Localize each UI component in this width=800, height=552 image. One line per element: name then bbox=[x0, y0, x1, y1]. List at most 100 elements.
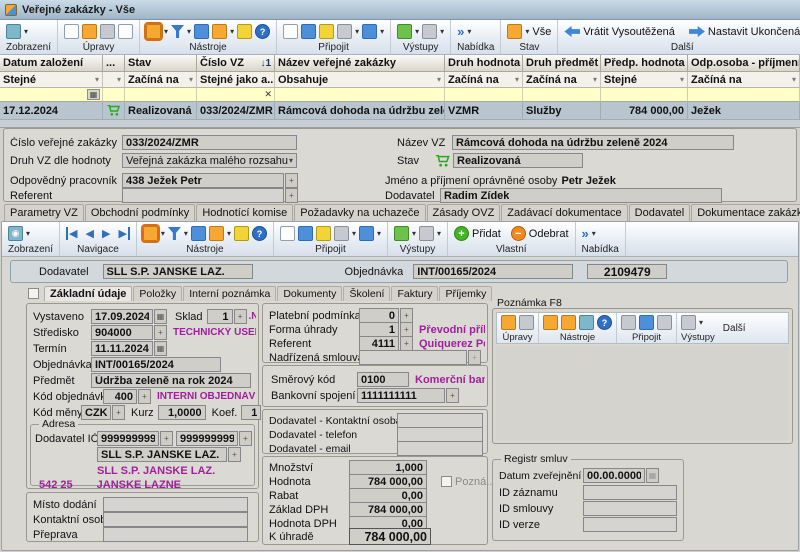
platebni-podminka-field[interactable]: 0 bbox=[359, 308, 399, 323]
pen-icon[interactable] bbox=[301, 24, 316, 39]
lookup-button[interactable]: + bbox=[138, 389, 151, 404]
kurz-field[interactable]: 1,0000 bbox=[158, 405, 206, 420]
filter-icon[interactable] bbox=[168, 227, 181, 240]
order-objednavka-field[interactable]: INT/00165/2024 bbox=[413, 264, 573, 279]
grid-data-row[interactable]: 17.12.2024 Realizovaná 033/2024/ZMR Rámc… bbox=[0, 102, 800, 120]
lookup-button[interactable]: + bbox=[154, 325, 167, 340]
dropdown-icon[interactable]: ▾ bbox=[352, 229, 356, 238]
dropdown-icon[interactable]: ▾ bbox=[377, 229, 381, 238]
sklad-field[interactable]: 1 bbox=[207, 309, 233, 324]
vystaveno-field[interactable]: 17.09.2024 bbox=[91, 309, 153, 324]
cell-stav[interactable]: Realizovaná bbox=[125, 102, 197, 120]
subtab-skoleni[interactable]: Školení bbox=[343, 286, 390, 301]
prev-record-icon[interactable]: ◀ bbox=[85, 227, 95, 240]
date-picker-button[interactable]: ▦ bbox=[646, 468, 659, 483]
filter-input[interactable] bbox=[688, 88, 800, 102]
view-settings-icon[interactable] bbox=[143, 226, 158, 241]
dropdown-icon[interactable]: ▾ bbox=[699, 318, 703, 327]
dod-email-field[interactable] bbox=[397, 441, 483, 456]
pridat-button[interactable]: + Přidat bbox=[454, 226, 501, 241]
id-verze-field[interactable] bbox=[583, 517, 677, 532]
filter-op[interactable]: ▾ bbox=[103, 72, 125, 88]
stredisko-field[interactable]: 904000 bbox=[91, 325, 153, 340]
cell-druh-predmet[interactable]: Služby bbox=[523, 102, 601, 120]
lookup-button[interactable]: + bbox=[446, 388, 459, 403]
dropdown-icon[interactable]: ▾ bbox=[467, 27, 471, 36]
view-icon[interactable] bbox=[6, 24, 21, 39]
print-icon[interactable] bbox=[419, 226, 434, 241]
stav-field[interactable]: Realizovaná bbox=[453, 153, 583, 168]
dropdown-icon[interactable]: ▾ bbox=[415, 27, 419, 36]
eye-icon[interactable]: ◉ bbox=[8, 226, 23, 241]
planner-icon[interactable] bbox=[561, 315, 576, 330]
cislo-vz-field[interactable]: 033/2024/ZMR bbox=[122, 135, 297, 150]
dropdown-icon[interactable]: ▾ bbox=[525, 27, 529, 36]
dropdown-icon[interactable]: ▾ bbox=[164, 27, 168, 36]
date-picker-button[interactable]: ▦ bbox=[154, 341, 167, 356]
attach-note-icon[interactable] bbox=[280, 226, 295, 241]
lookup-button[interactable]: + bbox=[400, 308, 413, 323]
dropdown-icon[interactable]: ▾ bbox=[437, 229, 441, 238]
objednavka-field[interactable]: INT/00165/2024 bbox=[91, 357, 221, 372]
lookup-button[interactable]: + bbox=[160, 431, 173, 446]
dropdown-icon[interactable]: ▾ bbox=[227, 229, 231, 238]
dropdown-icon[interactable]: ▾ bbox=[184, 229, 188, 238]
tab-obchodni-podminky[interactable]: Obchodní podmínky bbox=[85, 204, 195, 221]
filter-op[interactable]: Začíná na▾ bbox=[125, 72, 197, 88]
kontaktni-osoba-field[interactable] bbox=[103, 512, 248, 527]
dropdown-icon[interactable]: ▾ bbox=[161, 229, 165, 238]
filter-op[interactable]: Stejné jako a...▾ bbox=[197, 72, 275, 88]
view-settings-icon[interactable] bbox=[543, 315, 558, 330]
attachment-icon[interactable] bbox=[657, 315, 672, 330]
cell-druh-hodnota[interactable]: VZMR bbox=[445, 102, 523, 120]
help-icon[interactable]: ? bbox=[597, 315, 612, 330]
dropdown-icon[interactable]: ▾ bbox=[24, 27, 28, 36]
nazev-firmy-field[interactable]: SLL S.P. JANSKE LAZ. bbox=[97, 447, 227, 462]
bankovni-spojeni-field[interactable]: 1111111111 bbox=[357, 388, 445, 403]
dropdown-icon[interactable]: ▾ bbox=[230, 27, 234, 36]
order-dodavatel-field[interactable]: SLL S.P. JANSKE LAZ. bbox=[103, 264, 253, 279]
subtab-checkbox[interactable] bbox=[28, 288, 39, 299]
column-header[interactable]: ... bbox=[103, 55, 125, 72]
delete-note-icon[interactable] bbox=[519, 315, 534, 330]
odebrat-button[interactable]: − Odebrat bbox=[511, 226, 569, 241]
date-picker-button[interactable]: ▦ bbox=[154, 309, 167, 324]
dropdown-icon[interactable]: ▾ bbox=[412, 229, 416, 238]
lookup-button[interactable]: + bbox=[239, 431, 252, 446]
share-icon[interactable] bbox=[362, 24, 377, 39]
clear-filter-icon[interactable]: ✕ bbox=[264, 89, 272, 100]
preprava-field[interactable] bbox=[103, 527, 248, 542]
next-record-icon[interactable]: ▶ bbox=[101, 227, 111, 240]
lookup-button[interactable]: + bbox=[285, 188, 298, 203]
lookup-button[interactable]: + bbox=[400, 322, 413, 337]
subtab-interni-poznamka[interactable]: Interní poznámka bbox=[183, 286, 276, 301]
lookup-button[interactable]: + bbox=[228, 447, 241, 462]
state-icon[interactable] bbox=[507, 24, 522, 39]
druh-vz-combo[interactable]: Veřejná zakázka malého rozsahu▾ bbox=[122, 153, 297, 168]
lookup-button[interactable]: + bbox=[400, 336, 413, 351]
help-icon[interactable]: ? bbox=[252, 226, 267, 241]
column-header[interactable]: Druh předmět bbox=[523, 55, 601, 72]
print-icon[interactable] bbox=[422, 24, 437, 39]
tab-hodnotici-komise[interactable]: Hodnotící komise bbox=[196, 204, 293, 221]
camera-icon[interactable] bbox=[337, 24, 352, 39]
tab-parametry-vz[interactable]: Parametry VZ bbox=[4, 204, 84, 221]
menu-icon[interactable]: » bbox=[582, 226, 589, 241]
cell-status-icon[interactable] bbox=[103, 102, 125, 120]
calculator-icon[interactable] bbox=[237, 24, 252, 39]
print-icon[interactable] bbox=[681, 315, 696, 330]
filter-input[interactable] bbox=[523, 88, 601, 102]
filter-input[interactable] bbox=[103, 88, 125, 102]
new-record-icon[interactable] bbox=[64, 24, 79, 39]
planner-icon[interactable] bbox=[209, 226, 224, 241]
filter-op[interactable]: Stejné▾ bbox=[601, 72, 688, 88]
subtab-prijemky[interactable]: Příjemky bbox=[439, 286, 492, 301]
delete-record-icon[interactable] bbox=[100, 24, 115, 39]
nadrizena-smlouva-field[interactable] bbox=[359, 350, 467, 365]
tab-pozadavky[interactable]: Požadavky na uchazeče bbox=[294, 204, 425, 221]
tab-dodavatel[interactable]: Dodavatel bbox=[629, 204, 691, 221]
filter-op[interactable]: Začíná na▾ bbox=[445, 72, 523, 88]
edit-note-icon[interactable] bbox=[501, 315, 516, 330]
poznamka-text-area[interactable] bbox=[496, 346, 789, 440]
id-zaznamu-field[interactable] bbox=[583, 485, 677, 500]
